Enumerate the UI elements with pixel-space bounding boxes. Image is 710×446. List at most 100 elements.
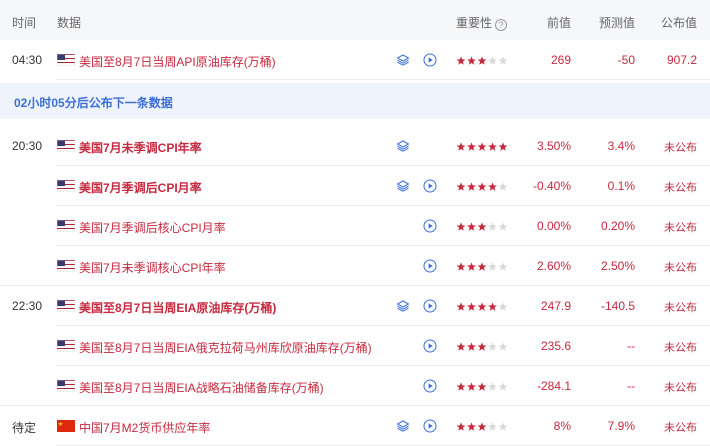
layers-icon[interactable]: [396, 139, 410, 153]
header-importance-label: 重要性: [456, 16, 493, 30]
play-icon[interactable]: [423, 379, 437, 393]
us-flag-icon: [56, 179, 76, 193]
star-icon: [456, 262, 466, 271]
row-time: 20:30: [12, 139, 43, 153]
star-icon: [467, 262, 476, 271]
row-title[interactable]: 美国至8月7日当周API原油库存(万桶): [79, 53, 276, 70]
row-published-value: 907.2: [666, 53, 697, 67]
row-title[interactable]: 美国至8月7日当周EIA俄克拉荷马州库欣原油库存(万桶): [79, 339, 372, 356]
star-icon: [456, 182, 466, 191]
star-icon: [456, 382, 466, 391]
star-icon: [467, 142, 476, 151]
row-title[interactable]: 中国7月M2货币供应年率: [79, 419, 210, 436]
us-flag-icon: [56, 299, 76, 313]
us-flag-icon: [56, 379, 76, 393]
layers-icon[interactable]: [396, 179, 410, 193]
star-icon: [456, 56, 466, 65]
importance-stars: [456, 55, 516, 65]
star-icon: [477, 222, 487, 231]
row-published-value: 未公布: [664, 382, 697, 394]
row-forecast-value: 0.1%: [607, 179, 635, 193]
row-time: 22:30: [12, 299, 43, 313]
table-row[interactable]: 美国7月季调后CPI月率 -0.40% 0.1% 未公布: [0, 166, 710, 206]
row-prev-value: 3.50%: [536, 139, 571, 153]
row-published-value: 未公布: [664, 342, 697, 354]
table-row[interactable]: 美国至8月7日当周EIA俄克拉荷马州库欣原油库存(万桶) 235.6 -- 未公布: [0, 326, 710, 366]
star-icon: [456, 302, 466, 311]
row-published-value: 未公布: [664, 422, 697, 434]
row-title[interactable]: 美国至8月7日当周EIA战略石油储备库存(万桶): [79, 379, 324, 396]
table-row[interactable]: 待定 中国7月M2货币供应年率 8% 7.9% 未公布: [0, 406, 710, 446]
importance-stars: [456, 381, 516, 391]
star-icon: [488, 56, 497, 65]
row-prev-value: 247.9: [540, 299, 571, 313]
star-icon: [498, 142, 508, 151]
row-published-value: 未公布: [664, 182, 697, 194]
star-icon: [498, 56, 508, 65]
row-title[interactable]: 美国7月未季调CPI年率: [79, 139, 202, 156]
star-icon: [498, 222, 508, 231]
row-title[interactable]: 美国7月未季调核心CPI年率: [79, 259, 226, 276]
star-icon: [467, 342, 476, 351]
star-icon: [467, 222, 476, 231]
layers-icon[interactable]: [396, 419, 410, 433]
star-icon: [467, 56, 476, 65]
row-forecast-value: 7.9%: [607, 419, 635, 433]
star-icon: [477, 342, 487, 351]
us-flag-icon: [56, 53, 76, 67]
play-icon[interactable]: [423, 53, 437, 67]
us-flag-icon: [56, 219, 76, 233]
star-icon: [477, 182, 487, 191]
play-icon[interactable]: [423, 419, 437, 433]
row-forecast-value: -140.5: [600, 299, 635, 313]
star-icon: [456, 142, 466, 151]
importance-stars: [456, 221, 516, 231]
row-forecast-value: --: [627, 339, 635, 353]
table-row[interactable]: 美国7月未季调核心CPI年率 2.60% 2.50% 未公布: [0, 246, 710, 286]
table-row[interactable]: 22:30 美国至8月7日当周EIA原油库存(万桶) 247.9 -140.5 未公布: [0, 286, 710, 326]
play-icon[interactable]: [423, 339, 437, 353]
row-published-value: 未公布: [664, 262, 697, 274]
table-row[interactable]: 美国7月季调后核心CPI月率 0.00% 0.20% 未公布: [0, 206, 710, 246]
cn-flag-icon: [57, 420, 75, 432]
layers-icon[interactable]: [396, 299, 410, 313]
star-icon: [467, 422, 476, 431]
header-forecast: 预测值: [598, 16, 635, 30]
star-icon: [498, 302, 508, 311]
star-icon: [498, 382, 508, 391]
star-icon: [488, 222, 497, 231]
star-icon: [456, 222, 466, 231]
help-icon[interactable]: ?: [495, 19, 508, 31]
row-title[interactable]: 美国7月季调后核心CPI月率: [79, 219, 226, 236]
row-title[interactable]: 美国7月季调后CPI月率: [79, 179, 202, 196]
row-prev-value: 235.6: [540, 339, 571, 353]
table-row[interactable]: 20:30 美国7月未季调CPI年率 3.50% 3.4% 未公布: [0, 126, 710, 166]
row-forecast-value: -50: [617, 53, 635, 67]
star-icon: [498, 182, 508, 191]
play-icon[interactable]: [423, 219, 437, 233]
header-prev: 前值: [546, 16, 571, 30]
table-row[interactable]: 美国至8月7日当周EIA战略石油储备库存(万桶) -284.1 -- 未公布: [0, 366, 710, 406]
importance-stars: [456, 421, 516, 431]
star-icon: [488, 182, 497, 191]
row-time: 待定: [12, 421, 37, 435]
layers-icon[interactable]: [396, 53, 410, 67]
row-forecast-value: 3.4%: [607, 139, 635, 153]
star-icon: [477, 302, 487, 311]
star-icon: [467, 382, 476, 391]
importance-stars: [456, 141, 516, 151]
us-flag-icon: [56, 339, 76, 353]
next-data-banner: 02小时05分后公布下一条数据: [0, 83, 710, 119]
play-icon[interactable]: [423, 259, 437, 273]
row-published-value: 未公布: [664, 302, 697, 314]
star-icon: [477, 382, 487, 391]
us-flag-icon: [56, 259, 76, 273]
star-icon: [477, 262, 487, 271]
star-icon: [456, 422, 466, 431]
star-icon: [456, 342, 466, 351]
row-title[interactable]: 美国至8月7日当周EIA原油库存(万桶): [79, 299, 276, 316]
star-icon: [488, 142, 497, 151]
play-icon[interactable]: [423, 299, 437, 313]
table-row[interactable]: 04:30 美国至8月7日当周API原油库存(万桶) 269 -50 907.2: [0, 40, 710, 80]
play-icon[interactable]: [423, 179, 437, 193]
